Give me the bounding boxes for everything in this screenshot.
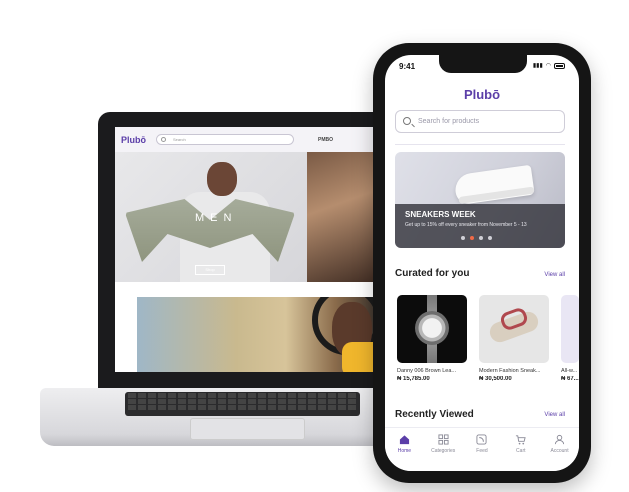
- carousel-dot-active[interactable]: [470, 236, 474, 240]
- curated-view-all-link[interactable]: View all: [544, 272, 565, 278]
- tab-home[interactable]: Home: [386, 434, 422, 471]
- tab-label: Feed: [476, 448, 488, 454]
- search-icon: [161, 137, 166, 142]
- phone-search-input[interactable]: Search for products: [395, 110, 565, 133]
- hero-model-head: [207, 162, 237, 196]
- laptop-nav-item[interactable]: PMBO: [318, 137, 333, 143]
- banner-subtitle: Get up to 15% off every sneaker from Nov…: [405, 222, 527, 228]
- product-card[interactable]: Modern Fashion Sneak... ₦ 30,500.00: [479, 295, 549, 382]
- signal-icon: ▮▮▮: [532, 63, 543, 69]
- laptop-logo[interactable]: Plubō: [121, 135, 146, 145]
- recently-viewed-view-all-link[interactable]: View all: [544, 412, 565, 418]
- carousel-dots: [461, 236, 492, 240]
- laptop-second-banner[interactable]: [137, 297, 385, 372]
- tab-label: Account: [550, 448, 569, 454]
- tab-account[interactable]: Account: [542, 434, 578, 471]
- laptop-hero-button[interactable]: Shop: [195, 265, 225, 275]
- categories-icon: [438, 434, 449, 445]
- product-image: [397, 295, 467, 363]
- phone-search-placeholder: Search for products: [418, 118, 480, 125]
- product-card[interactable]: Danny 006 Brown Lea... ₦ 15,785.00: [397, 295, 467, 382]
- carousel-dot[interactable]: [461, 236, 465, 240]
- laptop-screen: Plubō Search PMBO MEN Shop: [115, 127, 385, 372]
- status-time: 9:41: [399, 62, 416, 71]
- laptop-keyboard: [125, 392, 360, 416]
- recently-viewed-title: Recently Viewed: [395, 409, 474, 420]
- product-price: ₦ 30,500.00: [479, 376, 512, 382]
- product-card[interactable]: All-w... ₦ 67...: [561, 295, 579, 382]
- tab-label: Categories: [431, 448, 456, 454]
- wifi-icon: ◠: [545, 63, 551, 69]
- phone-notch: [439, 55, 527, 73]
- home-icon: [399, 435, 409, 445]
- bottom-tab-bar: Home Categories Feed Cart Account: [385, 427, 579, 471]
- watch-image: [415, 311, 449, 345]
- tab-label: Home: [397, 448, 412, 454]
- banner-title: SNEAKERS WEEK: [405, 210, 476, 219]
- search-icon: [403, 117, 411, 125]
- laptop-hero: MEN Shop: [115, 152, 385, 282]
- laptop-header: Plubō Search PMBO: [115, 127, 385, 152]
- divider: [395, 144, 565, 145]
- carousel-dot[interactable]: [488, 236, 492, 240]
- tab-cart[interactable]: Cart: [503, 434, 539, 471]
- laptop-hero-text: MEN: [195, 212, 238, 224]
- phone-screen: 9:41 ▮▮▮ ◠ Plubō Search for products SNE…: [385, 55, 579, 471]
- battery-icon: [554, 62, 565, 69]
- laptop-trackpad: [190, 418, 305, 440]
- cart-icon: [516, 435, 526, 445]
- curated-title: Curated for you: [395, 268, 470, 279]
- tab-categories[interactable]: Categories: [425, 434, 461, 471]
- account-icon: [554, 434, 565, 445]
- laptop-search-placeholder: Search: [173, 137, 186, 142]
- product-image: [561, 295, 579, 363]
- promo-banner[interactable]: SNEAKERS WEEK Get up to 15% off every sn…: [395, 152, 565, 248]
- tab-feed[interactable]: Feed: [464, 434, 500, 471]
- sneaker-image: [453, 164, 535, 206]
- laptop-hero-image: MEN Shop: [115, 152, 307, 282]
- product-price: ₦ 67...: [561, 376, 579, 382]
- phone-logo[interactable]: Plubō: [385, 87, 579, 102]
- carousel-dot[interactable]: [479, 236, 483, 240]
- product-name: All-w...: [561, 368, 578, 374]
- product-name: Danny 006 Brown Lea...: [397, 368, 457, 374]
- feed-icon: [476, 434, 488, 445]
- tab-label: Cart: [516, 448, 526, 454]
- laptop-search-input[interactable]: Search: [156, 134, 294, 145]
- product-price: ₦ 15,785.00: [397, 376, 430, 382]
- product-image: [479, 295, 549, 363]
- product-name: Modern Fashion Sneak...: [479, 368, 541, 374]
- status-icons: ▮▮▮ ◠: [533, 62, 565, 69]
